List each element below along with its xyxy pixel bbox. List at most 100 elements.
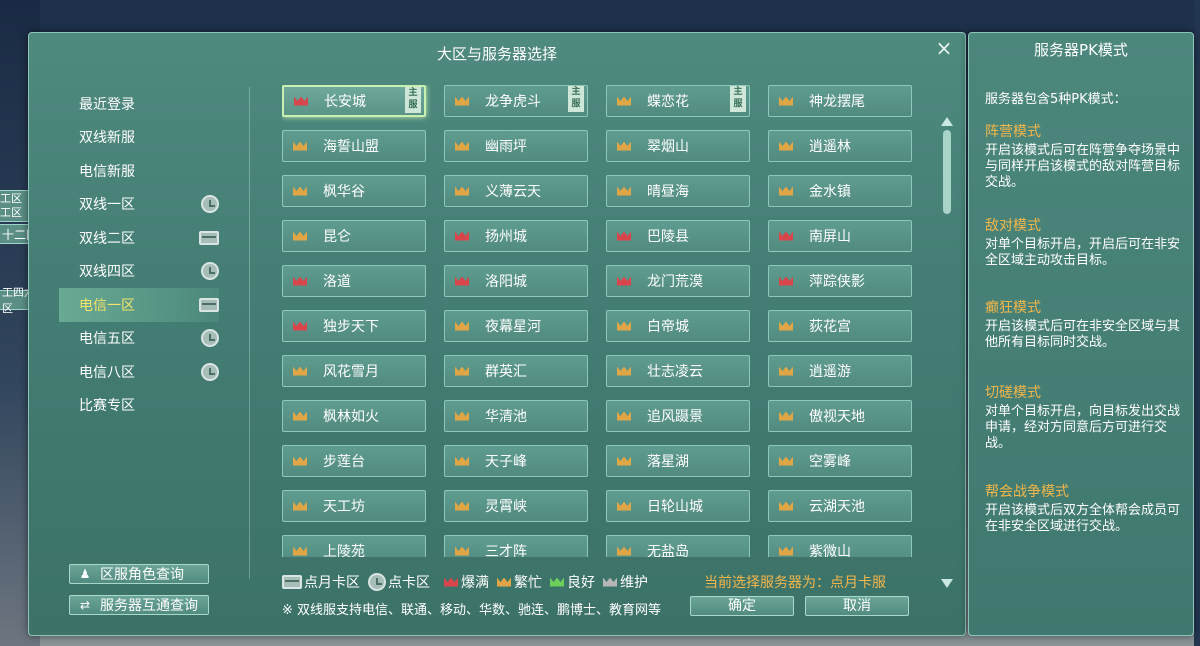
server-button[interactable]: 壮志凌云 <box>606 355 750 387</box>
region-item[interactable]: 电信一区 <box>59 288 219 322</box>
server-button[interactable]: 灵霄峡 <box>444 490 588 522</box>
server-button[interactable]: 海誓山盟 <box>282 130 426 162</box>
region-label: 电信新服 <box>79 163 135 180</box>
legend-good: 良好 <box>550 572 595 592</box>
server-name: 天工坊 <box>323 499 365 515</box>
server-name: 翠烟山 <box>647 139 689 155</box>
server-button[interactable]: 落星湖 <box>606 445 750 477</box>
scrollbar-thumb[interactable] <box>943 130 951 214</box>
server-name: 萍踪侠影 <box>809 274 865 290</box>
server-name: 海誓山盟 <box>323 139 379 155</box>
crown-orange-icon <box>779 321 793 331</box>
region-label: 电信八区 <box>79 364 135 381</box>
pk-mode-desc: 开启该模式后可在阵营争夺场景中与同样开启该模式的敌对阵营目标交战。 <box>985 143 1181 190</box>
server-button[interactable]: 紫微山 <box>768 535 912 557</box>
region-item[interactable]: 双线二区 <box>59 221 219 255</box>
pk-mode: 癫狂模式 开启该模式后可在非安全区域与其他所有目标同时交战。 <box>985 297 1191 351</box>
server-button[interactable]: 天子峰 <box>444 445 588 477</box>
clock-icon <box>201 262 219 281</box>
crown-red-icon <box>293 276 307 286</box>
region-label: 比赛专区 <box>79 398 135 415</box>
legend: 点月卡区 点卡区 爆满 繁忙 良好 维护 <box>282 572 656 592</box>
query-interop-button[interactable]: ⇄ 服务器互通查询 <box>69 595 209 615</box>
server-button[interactable]: 长安城 主服 <box>282 85 426 117</box>
server-button[interactable]: 云湖天池 <box>768 490 912 522</box>
crown-orange-icon <box>617 366 631 376</box>
server-name: 神龙摆尾 <box>809 94 865 110</box>
crown-orange-icon <box>455 366 469 376</box>
server-button[interactable]: 幽雨坪 <box>444 130 588 162</box>
server-button[interactable]: 昆仑 <box>282 220 426 252</box>
server-button[interactable]: 巴陵县 <box>606 220 750 252</box>
server-button[interactable]: 枫林如火 <box>282 400 426 432</box>
server-button[interactable]: 群英汇 <box>444 355 588 387</box>
server-select-panel: 大区与服务器选择 × 最近登录 双线新服 电信新服 双线一区 双线二区 双线四区 电信一区电… <box>28 32 966 636</box>
server-button[interactable]: 晴昼海 <box>606 175 750 207</box>
server-button[interactable]: 追风蹑景 <box>606 400 750 432</box>
server-name: 灵霄峡 <box>485 499 527 515</box>
server-button[interactable]: 扬州城 <box>444 220 588 252</box>
server-button[interactable]: 翠烟山 <box>606 130 750 162</box>
server-button[interactable]: 神龙摆尾 <box>768 85 912 117</box>
cancel-button[interactable]: 取消 <box>805 596 909 616</box>
server-name: 长安城 <box>324 94 366 110</box>
server-name: 云湖天池 <box>809 499 865 515</box>
region-item[interactable]: 双线一区 <box>59 188 219 222</box>
crown-orange-icon <box>293 366 307 376</box>
server-name: 昆仑 <box>323 229 351 245</box>
region-item[interactable]: 电信八区 <box>59 355 219 389</box>
server-name: 白帝城 <box>647 319 689 335</box>
server-button[interactable]: 龙门荒漠 <box>606 265 750 297</box>
scroll-up-icon[interactable] <box>941 117 953 126</box>
server-name: 上陵苑 <box>323 544 365 557</box>
server-button[interactable]: 天工坊 <box>282 490 426 522</box>
server-button[interactable]: 华清池 <box>444 400 588 432</box>
server-button[interactable]: 荻花宫 <box>768 310 912 342</box>
card-icon <box>282 575 302 589</box>
server-button[interactable]: 空雾峰 <box>768 445 912 477</box>
region-item[interactable]: 比赛专区 <box>59 389 219 423</box>
server-button[interactable]: 逍遥林 <box>768 130 912 162</box>
server-button[interactable]: 无盐岛 <box>606 535 750 557</box>
crown-orange-icon <box>779 501 793 511</box>
crown-red-icon <box>455 231 469 241</box>
server-button[interactable]: 枫华谷 <box>282 175 426 207</box>
scroll-down-icon[interactable] <box>941 579 953 588</box>
crown-orange-icon <box>779 96 793 106</box>
server-button[interactable]: 金水镇 <box>768 175 912 207</box>
region-item[interactable]: 电信五区 <box>59 322 219 356</box>
server-name: 洛阳城 <box>485 274 527 290</box>
server-button[interactable]: 风花雪月 <box>282 355 426 387</box>
server-button[interactable]: 傲视天地 <box>768 400 912 432</box>
confirm-button[interactable]: 确定 <box>690 596 794 616</box>
server-button[interactable]: 独步天下 <box>282 310 426 342</box>
server-button[interactable]: 三才阵 <box>444 535 588 557</box>
server-button[interactable]: 步莲台 <box>282 445 426 477</box>
server-button[interactable]: 上陵苑 <box>282 535 426 557</box>
pk-mode-desc: 对单个目标开启，开启后可在非安全区域主动攻击目标。 <box>985 237 1181 268</box>
pk-mode-name: 癫狂模式 <box>985 300 1041 316</box>
server-button[interactable]: 蝶恋花 主服 <box>606 85 750 117</box>
crown-orange-icon <box>617 141 631 151</box>
server-button[interactable]: 白帝城 <box>606 310 750 342</box>
region-item[interactable]: 最近登录 <box>59 87 219 121</box>
server-grid: 长安城 主服 龙争虎斗 主服 蝶恋花 主服 神龙摆尾海誓山盟 幽雨坪 翠烟山 逍遥林枫华谷 义薄云天… <box>282 85 917 557</box>
server-button[interactable]: 夜幕星河 <box>444 310 588 342</box>
server-button[interactable]: 逍遥游 <box>768 355 912 387</box>
close-button[interactable]: × <box>933 37 955 59</box>
server-button[interactable]: 萍踪侠影 <box>768 265 912 297</box>
server-button[interactable]: 义薄云天 <box>444 175 588 207</box>
region-label: 双线一区 <box>79 197 135 214</box>
server-button[interactable]: 洛道 <box>282 265 426 297</box>
region-item[interactable]: 双线四区 <box>59 255 219 289</box>
region-label: 双线二区 <box>79 230 135 247</box>
region-item[interactable]: 电信新服 <box>59 154 219 188</box>
legend-card: 点月卡区 <box>282 572 360 592</box>
server-button[interactable]: 南屏山 <box>768 220 912 252</box>
server-button[interactable]: 日轮山城 <box>606 490 750 522</box>
query-role-button[interactable]: ♟ 区服角色查询 <box>69 564 209 584</box>
server-button[interactable]: 龙争虎斗 主服 <box>444 85 588 117</box>
pk-mode-name: 敌对模式 <box>985 218 1041 234</box>
server-button[interactable]: 洛阳城 <box>444 265 588 297</box>
region-item[interactable]: 双线新服 <box>59 121 219 155</box>
